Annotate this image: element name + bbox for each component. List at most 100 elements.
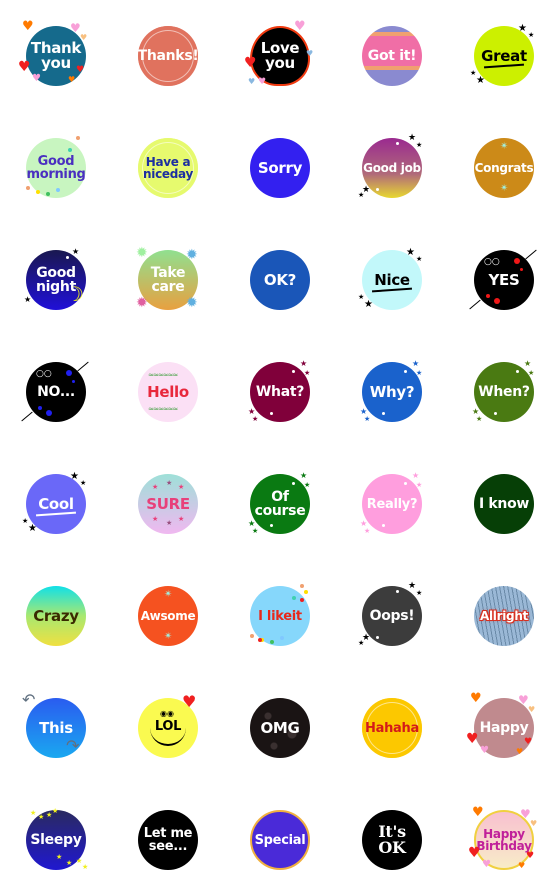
sticker-circle[interactable]: Let me see... <box>138 810 198 870</box>
sticker-circle[interactable]: Good morning <box>26 136 86 198</box>
sticker-circle[interactable]: Oops! ★ ★ ★ ★ <box>358 582 422 647</box>
sticker-sorry[interactable]: Sorry <box>224 112 336 224</box>
sticker-circle[interactable]: Thank you ♥ ♥ ♥ ♥ ♥ ♥ ♥ <box>18 20 87 86</box>
sticker-oops[interactable]: Oops! ★ ★ ★ ★ <box>336 560 448 672</box>
sticker-sleepy[interactable]: Sleepy ★ ★ ★ ★ ★ ★ ★ ★ <box>0 784 112 896</box>
sticker-circle[interactable]: Sorry <box>250 138 310 198</box>
sticker-special[interactable]: Special <box>224 784 336 896</box>
sticker-circle[interactable]: Cool ★ ★ ★ ★ <box>22 472 86 534</box>
sticker-good-morning[interactable]: Good morning <box>0 112 112 224</box>
sticker-label: Great <box>481 46 527 65</box>
sticker-circle[interactable]: This ↶ ↷ <box>22 692 86 758</box>
sticker-really[interactable]: Really? ★ ★ ★ ★ <box>336 448 448 560</box>
sticker-circle[interactable]: When? ★ ★ ★ ★ <box>472 360 534 423</box>
sticker-its-ok[interactable]: It's OK <box>336 784 448 896</box>
sticker-circle[interactable]: Happy Birthday ♥ ♥ ♥ ♥ ♥ ♥ ♥ <box>468 806 537 870</box>
sticker-circle[interactable]: OMG <box>250 698 310 758</box>
sticker-circle[interactable]: Got it! <box>362 26 422 86</box>
sticker-circle[interactable]: Hahaha <box>362 698 422 758</box>
sticker-circle[interactable]: YES ○○ <box>469 249 537 310</box>
sticker-circle[interactable]: Happy ♥ ♥ ♥ ♥ ♥ ♥ ♥ <box>466 692 535 758</box>
dot-decoration <box>46 192 50 196</box>
sticker-lol[interactable]: LOL ◉◉ ♥ <box>112 672 224 784</box>
sticker-thank-you[interactable]: Thank you ♥ ♥ ♥ ♥ ♥ ♥ ♥ <box>0 0 112 112</box>
sticker-good-night[interactable]: Good night ☽ ★ ★ <box>0 224 112 336</box>
sticker-circle[interactable]: Awsome ✴ ✴ <box>138 586 198 646</box>
heart-icon: ♥ <box>526 851 535 861</box>
sticker-circle[interactable]: OK? <box>250 250 310 310</box>
sticker-circle[interactable]: Nice ★ ★ ★ ★ <box>358 248 422 310</box>
sticker-what[interactable]: What? ★ ★ ★ ★ <box>224 336 336 448</box>
sticker-cool[interactable]: Cool ★ ★ ★ ★ <box>0 448 112 560</box>
dot-decoration <box>376 188 379 191</box>
sticker-circle[interactable]: Hello ≈≈≈≈≈≈ ≈≈≈≈≈≈ <box>138 362 198 422</box>
sticker-circle[interactable]: Love you ♥ ♥ ♥ ♥ ♥ <box>244 20 314 87</box>
sticker-i-know[interactable]: I know <box>448 448 560 560</box>
heart-icon: ♥ <box>306 49 314 58</box>
sticker-circle[interactable]: Sleepy ★ ★ ★ ★ ★ ★ ★ ★ <box>26 808 88 871</box>
sticker-thanks[interactable]: Thanks! <box>112 0 224 112</box>
sticker-hello[interactable]: Hello ≈≈≈≈≈≈ ≈≈≈≈≈≈ <box>112 336 224 448</box>
sticker-i-like-it[interactable]: I likeit <box>224 560 336 672</box>
sticker-got-it[interactable]: Got it! <box>336 0 448 112</box>
sticker-circle[interactable]: Good job ★ ★ ★ ★ <box>358 134 422 199</box>
sticker-label: Thanks! <box>137 48 199 64</box>
sticker-hahaha[interactable]: Hahaha <box>336 672 448 784</box>
sticker-let-me-see[interactable]: Let me see... <box>112 784 224 896</box>
sticker-why[interactable]: Why? ★ ★ ★ ★ <box>336 336 448 448</box>
sticker-allright[interactable]: Allright <box>448 560 560 672</box>
sticker-of-course[interactable]: Of course ★ ★ ★ ★ <box>224 448 336 560</box>
sticker-circle[interactable]: Congrats ✴ ✴ <box>474 138 534 198</box>
sticker-love-you[interactable]: Love you ♥ ♥ ♥ ♥ ♥ <box>224 0 336 112</box>
sticker-circle[interactable]: What? ★ ★ ★ ★ <box>248 360 310 423</box>
star-icon: ★ <box>476 415 483 423</box>
sticker-circle[interactable]: It's OK <box>362 810 422 870</box>
sticker-nice[interactable]: Nice ★ ★ ★ ★ <box>336 224 448 336</box>
sticker-when[interactable]: When? ★ ★ ★ ★ <box>448 336 560 448</box>
star-icon: ★ <box>364 527 371 535</box>
sticker-circle[interactable]: Of course ★ ★ ★ ★ <box>248 472 310 535</box>
sticker-sure[interactable]: SURE ★ ★ ★ ★ ★ ★ <box>112 448 224 560</box>
heart-icon: ♥ <box>518 861 526 870</box>
sticker-congrats[interactable]: Congrats ✴ ✴ <box>448 112 560 224</box>
sticker-circle[interactable]: Thanks! <box>137 26 199 86</box>
sticker-good-job[interactable]: Good job ★ ★ ★ ★ <box>336 112 448 224</box>
sticker-circle[interactable]: Great ★ ★ ★ ★ <box>470 24 534 86</box>
star-icon: ★ <box>252 415 259 423</box>
dot-decoration <box>300 584 304 588</box>
sticker-circle[interactable]: SURE ★ ★ ★ ★ ★ ★ <box>138 474 198 534</box>
sticker-happy-birthday[interactable]: Happy Birthday ♥ ♥ ♥ ♥ ♥ ♥ ♥ <box>448 784 560 896</box>
sticker-label: Really? <box>366 496 418 512</box>
sticker-awsome[interactable]: Awsome ✴ ✴ <box>112 560 224 672</box>
sticker-circle[interactable]: Take care ✹ ✹ ✹ ✹ <box>136 246 198 310</box>
sticker-circle[interactable]: Really? ★ ★ ★ ★ <box>360 472 422 535</box>
sprout-icon: ✴ <box>500 141 509 152</box>
sticker-circle[interactable]: NO... ○○ <box>21 361 89 422</box>
sticker-have-a-niceday[interactable]: Have a niceday <box>112 112 224 224</box>
star-icon: ★ <box>470 69 477 77</box>
star-icon: ★ <box>24 295 32 304</box>
sticker-take-care[interactable]: Take care ✹ ✹ ✹ ✹ <box>112 224 224 336</box>
dot-decoration <box>404 482 407 485</box>
sticker-circle[interactable]: Crazy <box>26 586 86 646</box>
sticker-crazy[interactable]: Crazy <box>0 560 112 672</box>
sticker-this[interactable]: This ↶ ↷ <box>0 672 112 784</box>
sticker-yes[interactable]: YES ○○ <box>448 224 560 336</box>
sticker-circle[interactable]: LOL ◉◉ ♥ <box>138 694 198 758</box>
sticker-circle[interactable]: Allright <box>474 586 534 646</box>
sticker-ok[interactable]: OK? <box>224 224 336 336</box>
sticker-circle[interactable]: Why? ★ ★ ★ ★ <box>360 360 422 423</box>
sticker-omg[interactable]: OMG <box>224 672 336 784</box>
sticker-no[interactable]: NO... ○○ <box>0 336 112 448</box>
sticker-circle[interactable]: I know <box>474 474 534 534</box>
sticker-circle[interactable]: Special <box>250 810 310 870</box>
heart-icon: ♥ <box>524 737 533 747</box>
sticker-circle[interactable]: Good night ☽ ★ ★ <box>24 248 86 310</box>
heart-icon: ♥ <box>470 691 482 706</box>
sticker-grid: Thank you ♥ ♥ ♥ ♥ ♥ ♥ ♥ Thanks! Love you ♥ ♥ ♥ ♥ ♥… <box>0 0 560 896</box>
star-icon: ★ <box>76 857 83 865</box>
sticker-great[interactable]: Great ★ ★ ★ ★ <box>448 0 560 112</box>
sticker-circle[interactable]: Have a niceday <box>138 138 198 198</box>
sticker-happy[interactable]: Happy ♥ ♥ ♥ ♥ ♥ ♥ ♥ <box>448 672 560 784</box>
sticker-circle[interactable]: I likeit <box>250 584 310 646</box>
